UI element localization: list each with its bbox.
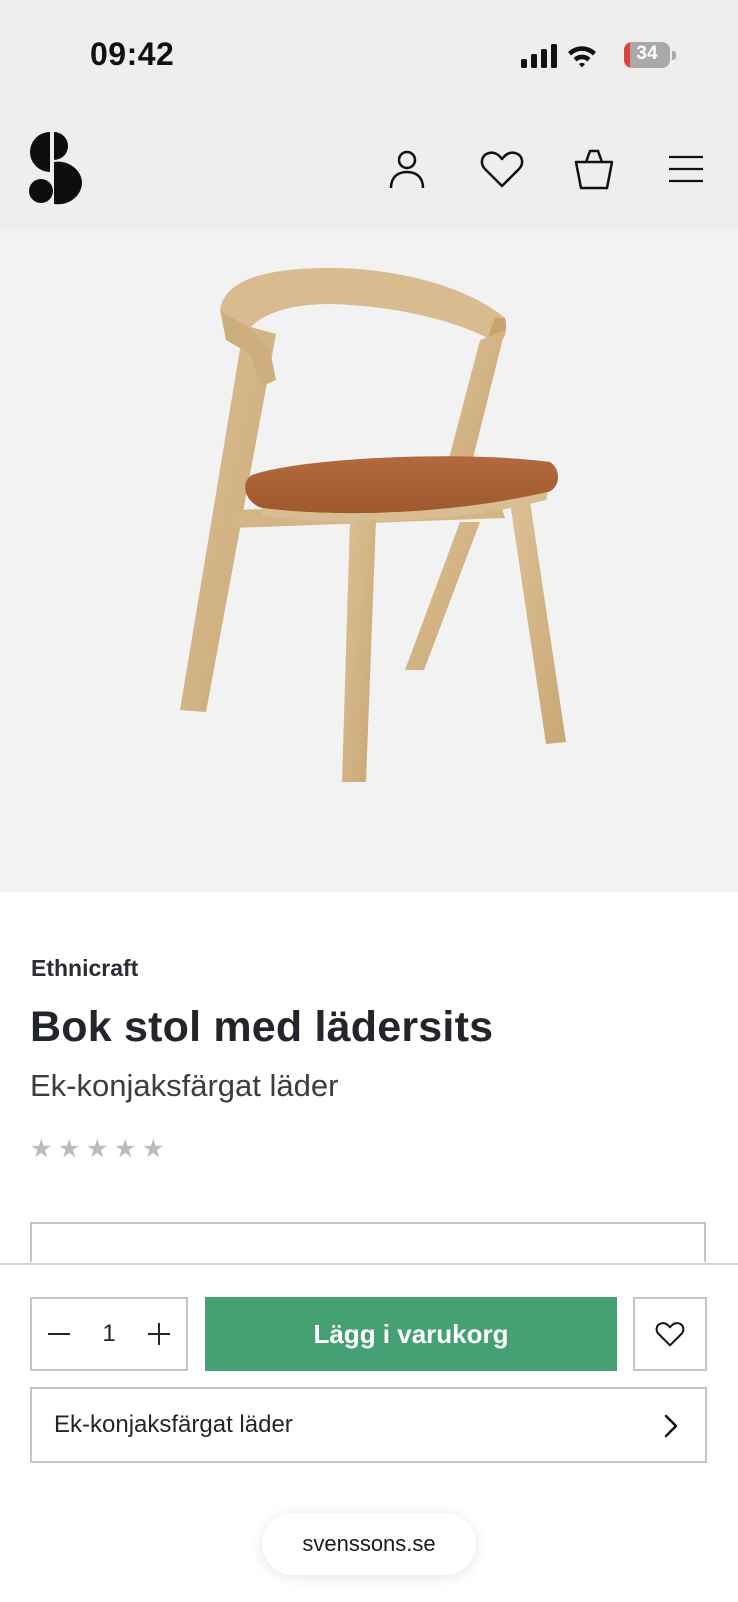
increase-quantity-button[interactable] xyxy=(134,1299,184,1369)
status-bar: 09:42 34 xyxy=(0,0,738,100)
product-variant-subtitle: Ek-konjaksfärgat läder xyxy=(30,1068,339,1103)
svenssons-logo[interactable] xyxy=(28,130,84,206)
add-to-cart-button[interactable]: Lägg i varukorg xyxy=(205,1297,617,1371)
add-to-wishlist-button[interactable] xyxy=(633,1297,707,1371)
decrease-quantity-button[interactable] xyxy=(34,1299,84,1369)
star-icon: ★ xyxy=(86,1135,109,1163)
battery-level: 34 xyxy=(636,43,658,64)
status-icons: 34 xyxy=(516,40,676,70)
product-image[interactable] xyxy=(0,230,738,892)
plus-icon xyxy=(148,1323,170,1345)
signal-icon xyxy=(521,44,557,68)
quantity-stepper xyxy=(30,1297,188,1371)
scrolled-content-box xyxy=(30,1222,706,1262)
browser-url-bar[interactable]: svenssons.se xyxy=(262,1513,476,1575)
heart-icon[interactable] xyxy=(480,148,524,190)
account-icon[interactable] xyxy=(387,148,427,190)
shopping-bag-icon[interactable] xyxy=(574,148,614,190)
product-brand[interactable]: Ethnicraft xyxy=(31,955,138,982)
star-icon: ★ xyxy=(142,1135,165,1163)
product-title: Bok stol med lädersits xyxy=(30,1003,494,1051)
star-icon: ★ xyxy=(30,1135,53,1163)
menu-icon[interactable] xyxy=(667,148,705,190)
heart-icon xyxy=(655,1322,685,1347)
site-header xyxy=(0,100,738,230)
battery-icon: 34 xyxy=(624,42,676,68)
selected-variant-label: Ek-konjaksfärgat läder xyxy=(54,1411,293,1438)
wifi-icon xyxy=(568,46,596,68)
rating-stars[interactable]: ★ ★ ★ ★ ★ xyxy=(30,1136,166,1162)
star-icon: ★ xyxy=(58,1135,81,1163)
status-time: 09:42 xyxy=(90,36,175,72)
variant-selector[interactable]: Ek-konjaksfärgat läder xyxy=(30,1387,707,1463)
chair-illustration xyxy=(180,268,566,782)
chevron-right-icon xyxy=(664,1414,678,1438)
quantity-input[interactable] xyxy=(86,1299,132,1369)
star-icon: ★ xyxy=(114,1135,137,1163)
minus-icon xyxy=(48,1333,70,1335)
